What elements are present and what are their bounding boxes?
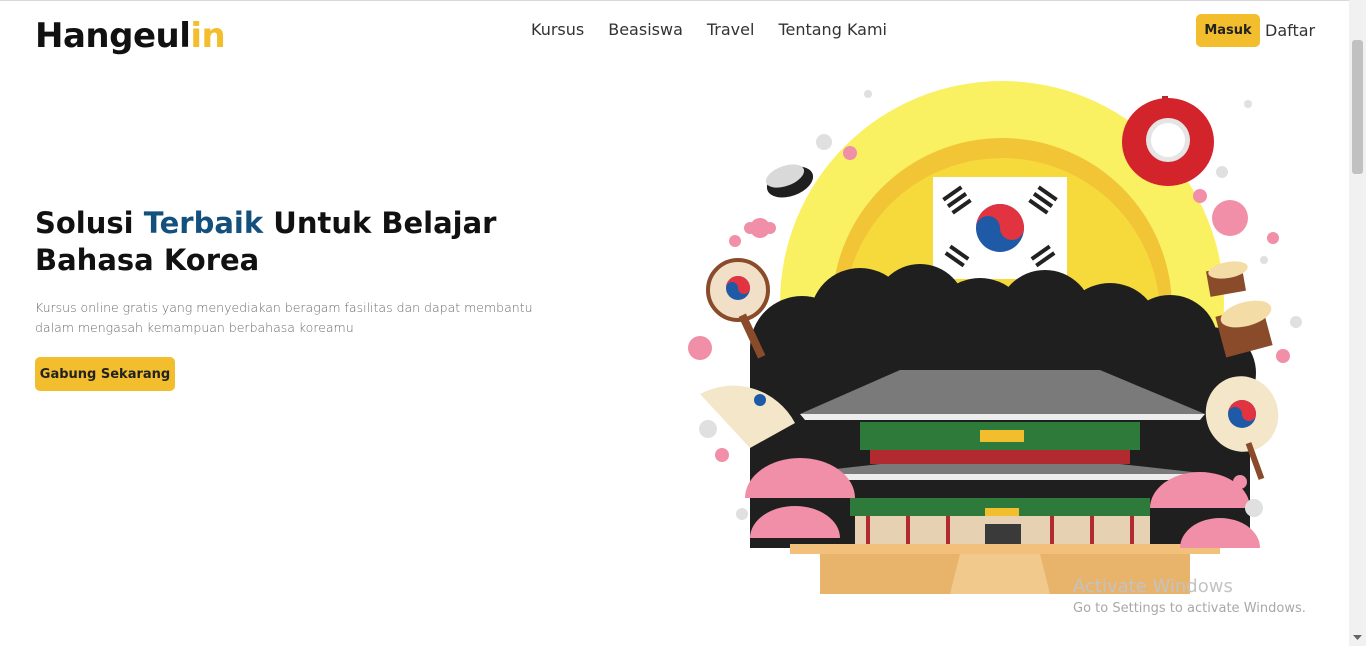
hand-drum-icon xyxy=(706,258,770,359)
hero-title: Solusi Terbaik Untuk Belajar Bahasa Kore… xyxy=(35,205,505,279)
hero-description: Kursus online gratis yang menyediakan be… xyxy=(35,300,533,335)
korean-flag-icon xyxy=(933,177,1067,279)
logo-main: Hangeul xyxy=(35,16,191,56)
top-border xyxy=(0,0,1366,1)
hero-title-highlight: Terbaik xyxy=(143,206,264,240)
logo-accent: in xyxy=(190,16,226,56)
activate-windows-title: Activate Windows xyxy=(1073,576,1233,597)
scrollbar-thumb[interactable] xyxy=(1352,40,1363,174)
login-button[interactable]: Masuk xyxy=(1196,14,1260,47)
main-nav: Kursus Beasiswa Travel Tentang Kami xyxy=(531,20,887,39)
korea-palace-illustration xyxy=(688,81,1302,594)
activate-windows-subtitle: Go to Settings to activate Windows. xyxy=(1073,601,1306,616)
join-now-button[interactable]: Gabung Sekarang xyxy=(35,357,175,391)
hero-title-part1: Solusi xyxy=(35,206,144,240)
register-link[interactable]: Daftar xyxy=(1265,21,1315,40)
nav-item-travel[interactable]: Travel xyxy=(707,20,755,39)
auth-group: Masuk Daftar xyxy=(1196,14,1315,47)
nav-item-kursus[interactable]: Kursus xyxy=(531,20,584,39)
nav-item-tentang-kami[interactable]: Tentang Kami xyxy=(778,20,887,39)
nav-item-beasiswa[interactable]: Beasiswa xyxy=(608,20,683,39)
lantern-icon xyxy=(1122,96,1214,186)
scroll-down-arrow-icon[interactable] xyxy=(1352,634,1363,642)
brand-logo[interactable]: Hangeulin xyxy=(35,16,226,56)
